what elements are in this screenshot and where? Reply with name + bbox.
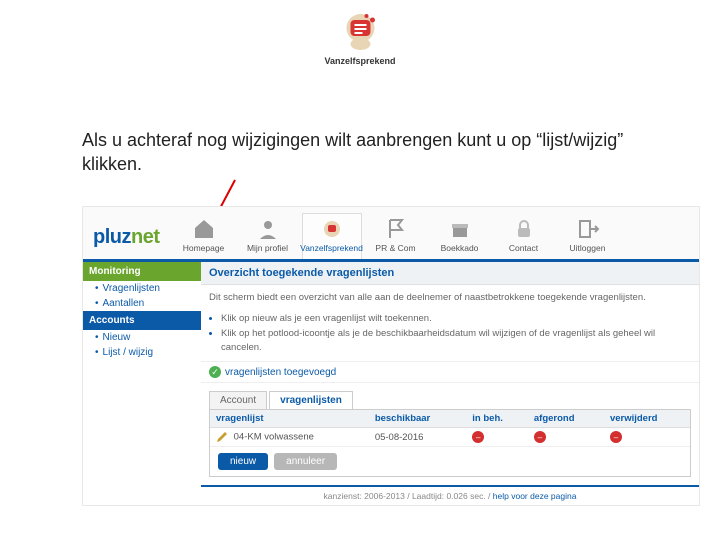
check-icon: ✓: [209, 366, 221, 378]
nav-label: PR & Com: [375, 243, 415, 253]
col-in-beh[interactable]: in beh.: [466, 410, 528, 428]
nav-label: Contact: [509, 243, 538, 253]
cell-name: 04-KM volwassene: [210, 428, 369, 447]
slide-logo: Vanzelfsprekend: [324, 6, 395, 66]
main-panel: Overzicht toegekende vragenlijsten Dit s…: [201, 262, 699, 505]
footer-loadtime-value: 0.026 sec. /: [446, 491, 490, 501]
new-button[interactable]: nieuw: [218, 453, 268, 470]
col-verwijderd[interactable]: verwijderd: [604, 410, 690, 428]
sidebar-link-lijst-wijzig[interactable]: Lijst / wijzig: [83, 345, 201, 360]
tab-bar: Account vragenlijsten: [209, 391, 691, 409]
brand-logo: pluznet: [91, 222, 170, 259]
remove-icon[interactable]: –: [534, 431, 546, 443]
head-chat-icon: [320, 217, 344, 241]
nav-logout[interactable]: Uitloggen: [558, 214, 618, 259]
sidebar: Monitoring Vragenlijsten Aantallen Accou…: [83, 262, 201, 505]
footer-copyright: kanzienst: 2006-2013 /: [324, 491, 410, 501]
main-title: Overzicht toegekende vragenlijsten: [201, 262, 699, 285]
lock-icon: [512, 217, 536, 241]
vragenlijst-table: vragenlijst beschikbaar in beh. afgerond…: [210, 410, 690, 447]
sidebar-head-monitoring: Monitoring: [83, 262, 201, 281]
nav-label: Homepage: [183, 243, 225, 253]
remove-icon[interactable]: –: [610, 431, 622, 443]
cell-afgerond: –: [528, 428, 604, 447]
bullet-item: Klik op het potlood-icoontje als je de b…: [221, 327, 691, 356]
logo-head-icon: [336, 6, 384, 54]
gift-icon: [448, 217, 472, 241]
button-row: nieuw annuleer: [210, 447, 690, 476]
nav-label: Boekkado: [441, 243, 479, 253]
logo-caption: Vanzelfsprekend: [324, 56, 395, 66]
house-icon: [192, 217, 216, 241]
cell-beschikbaar: 05-08-2016: [369, 428, 466, 447]
col-afgerond[interactable]: afgerond: [528, 410, 604, 428]
footer-help-link[interactable]: help voor deze pagina: [493, 491, 577, 501]
nav-label: Vanzelfsprekend: [300, 243, 363, 253]
sidebar-head-accounts: Accounts: [83, 311, 201, 330]
brand-part2: net: [131, 226, 160, 248]
main-bullets: Klik op nieuw als je een vragenlijst wil…: [201, 310, 699, 361]
nav-pr-com[interactable]: PR & Com: [366, 214, 426, 259]
tab-panel: vragenlijst beschikbaar in beh. afgerond…: [209, 409, 691, 477]
pencil-icon[interactable]: [216, 431, 228, 443]
col-vragenlijst[interactable]: vragenlijst: [210, 410, 369, 428]
row-name: 04-KM volwassene: [234, 432, 314, 443]
flag-icon: [384, 217, 408, 241]
cell-in-beh: –: [466, 428, 528, 447]
sidebar-link-vragenlijsten[interactable]: Vragenlijsten: [83, 281, 201, 296]
tab-vragenlijsten[interactable]: vragenlijsten: [269, 391, 353, 409]
sidebar-link-nieuw[interactable]: Nieuw: [83, 330, 201, 345]
instruction-text: Als u achteraf nog wijzigingen wilt aanb…: [82, 128, 660, 177]
bullet-item: Klik op nieuw als je een vragenlijst wil…: [221, 312, 691, 326]
brand-part1: pluz: [93, 226, 131, 248]
nav-homepage[interactable]: Homepage: [174, 214, 234, 259]
nav-vanzelfsprekend[interactable]: Vanzelfsprekend: [302, 213, 362, 259]
nav-label: Mijn profiel: [247, 243, 288, 253]
col-beschikbaar[interactable]: beschikbaar: [369, 410, 466, 428]
app-window: pluznet Homepage Mijn profiel Vanzelfspr…: [82, 206, 700, 506]
topbar: pluznet Homepage Mijn profiel Vanzelfspr…: [83, 207, 699, 262]
nav-profile[interactable]: Mijn profiel: [238, 214, 298, 259]
nav-boekkado[interactable]: Boekkado: [430, 214, 490, 259]
success-message: ✓ vragenlijsten toegevoegd: [201, 361, 699, 383]
table-row: 04-KM volwassene 05-08-2016 – – –: [210, 428, 690, 447]
nav-label: Uitloggen: [570, 243, 606, 253]
footer-loadtime-label: Laadtijd:: [412, 491, 444, 501]
person-icon: [256, 217, 280, 241]
tab-account[interactable]: Account: [209, 391, 267, 409]
nav-contact[interactable]: Contact: [494, 214, 554, 259]
main-intro: Dit scherm biedt een overzicht van alle …: [201, 285, 699, 310]
success-text: vragenlijsten toegevoegd: [225, 367, 336, 378]
remove-icon[interactable]: –: [472, 431, 484, 443]
logout-icon: [576, 217, 600, 241]
cancel-button[interactable]: annuleer: [274, 453, 337, 470]
cell-verwijderd: –: [604, 428, 690, 447]
footer: kanzienst: 2006-2013 / Laadtijd: 0.026 s…: [201, 485, 699, 505]
sidebar-link-aantallen[interactable]: Aantallen: [83, 296, 201, 311]
